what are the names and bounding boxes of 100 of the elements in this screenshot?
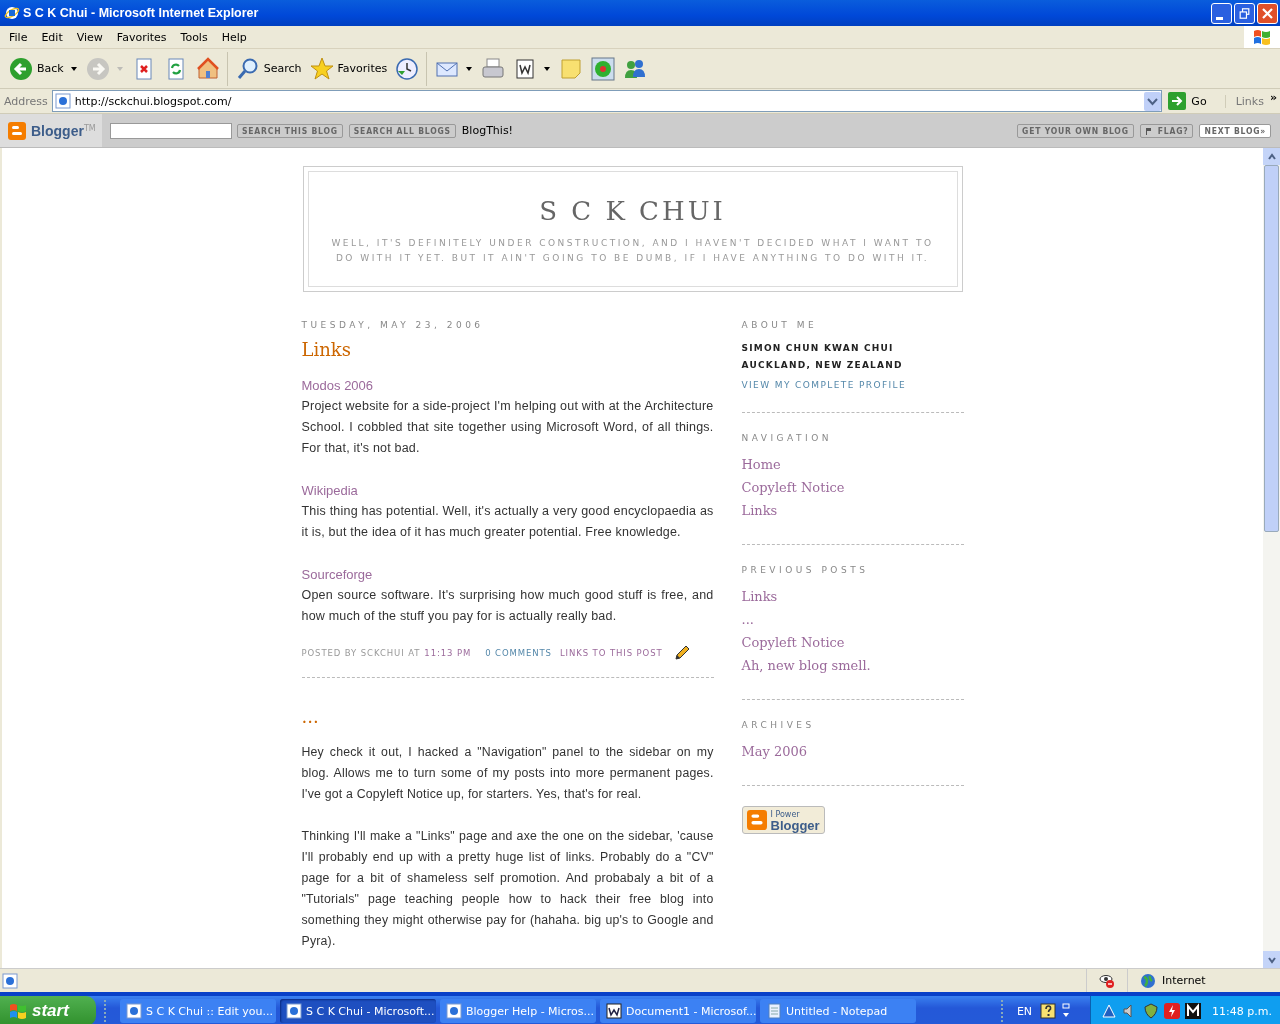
- author-location: AUCKLAND, NEW ZEALAND: [741, 359, 904, 372]
- security-zone-label: Internet: [1162, 974, 1206, 987]
- favorites-button[interactable]: Favorites: [306, 51, 391, 86]
- get-blog-button[interactable]: GET YOUR OWN BLOG: [1017, 123, 1134, 138]
- blogthis-link[interactable]: BlogThis!: [461, 124, 514, 137]
- menu-item[interactable]: Tools: [173, 30, 215, 44]
- window-title: S C K Chui - Microsoft Internet Explorer: [23, 6, 260, 20]
- flag-button[interactable]: FLAG?: [1139, 123, 1194, 138]
- post-title: ...: [301, 706, 320, 727]
- search-icon: [235, 56, 260, 81]
- sidebar-link[interactable]: Ah, new blog smell.: [741, 654, 964, 677]
- page-icon: [2, 972, 18, 989]
- search-button[interactable]: Search: [226, 51, 305, 86]
- sidebar-link[interactable]: Links: [741, 585, 964, 608]
- post-paragraph: Thinking I'll make a "Links" page and axe the one on the sidebar, 'cause I'll probably end up with a pretty huge list of links. Probably do a "CV" page for a bit of shameless self promotion. And probabaly a bit of a "Tutorials" page teaching people how to hack their free blog into something they might otherwise pay for (hahaha. big up's to Google and Pyra).: [301, 828, 714, 950]
- taskbar-button[interactable]: S C K Chui :: Edit you...: [120, 999, 276, 1023]
- menu-item[interactable]: View: [69, 30, 110, 44]
- taskbar-button[interactable]: S C K Chui - Microsoft...: [280, 999, 436, 1023]
- restore-button[interactable]: [1234, 2, 1255, 24]
- blogger-logo-text[interactable]: Blogger: [31, 122, 84, 139]
- comments-link[interactable]: 0 COMMENTS: [485, 648, 552, 658]
- post-link[interactable]: Sourceforge: [301, 564, 714, 585]
- minimize-button[interactable]: [1211, 2, 1232, 24]
- browser-logo-icon: [126, 1003, 142, 1019]
- star-icon: [309, 56, 334, 81]
- globe-icon: [1140, 972, 1156, 989]
- go-button[interactable]: Go: [1162, 92, 1225, 110]
- clock: 11:48 p.m.: [1212, 1004, 1272, 1018]
- blogger-logo-icon: [746, 810, 767, 830]
- sidebar-link[interactable]: Copyleft Notice: [741, 631, 964, 654]
- links-label[interactable]: Links: [1224, 94, 1268, 108]
- post-text: Project website for a side-project I'm helping out with at the Architecture School. I cobbled that site together using Microsoft Word, of all things. For that, it's not bad.: [301, 398, 714, 457]
- sidebar-link[interactable]: ...: [741, 608, 964, 631]
- posted-by-label: POSTED BY SCKCHUI AT: [301, 648, 421, 658]
- post-time-link[interactable]: 11:13 PM: [424, 648, 472, 658]
- scroll-up-icon[interactable]: [1266, 151, 1277, 162]
- windows-logo-icon: [8, 1001, 28, 1021]
- shield-icon[interactable]: [1143, 1003, 1160, 1019]
- printer-icon: [481, 56, 506, 81]
- taskbar-button[interactable]: Untitled - Notepad: [760, 999, 916, 1023]
- post-link[interactable]: Modos 2006: [301, 375, 714, 396]
- sidebar-link[interactable]: Copyleft Notice: [741, 476, 964, 499]
- search-blog-button[interactable]: SEARCH THIS BLOG: [237, 123, 343, 138]
- close-icon: [1262, 7, 1273, 19]
- restore-arrows-icon[interactable]: [1061, 1003, 1072, 1019]
- start-button[interactable]: start: [0, 996, 96, 1024]
- address-label: Address: [4, 94, 48, 108]
- profile-link[interactable]: VIEW MY COMPLETE PROFILE: [741, 380, 964, 390]
- menu-item[interactable]: File: [2, 30, 35, 44]
- sticky-note-icon: [559, 56, 584, 81]
- taskbar-button[interactable]: Document1 - Microsof...: [600, 999, 756, 1023]
- menu-item[interactable]: Help: [214, 30, 254, 44]
- browser-logo-icon: [286, 1003, 302, 1019]
- caret-icon: [543, 64, 552, 73]
- post-title[interactable]: Links: [301, 339, 714, 360]
- chevron-button[interactable]: »: [1267, 90, 1280, 112]
- language-indicator[interactable]: EN: [1016, 1004, 1033, 1018]
- caret-icon: [465, 64, 474, 73]
- caret-icon: [69, 64, 78, 73]
- scroll-thumb[interactable]: [1264, 165, 1279, 532]
- backlinks-link[interactable]: LINKS TO THIS POST: [559, 648, 663, 658]
- section-heading: NAVIGATION: [741, 433, 834, 443]
- search-field[interactable]: [110, 122, 232, 139]
- powered-by-badge[interactable]: I Power Blogger: [741, 806, 825, 834]
- help-icon[interactable]: [1040, 1003, 1057, 1019]
- scrollbar[interactable]: [1263, 148, 1280, 968]
- section-heading: ABOUT ME: [741, 320, 819, 330]
- minimize-icon: [1216, 16, 1223, 20]
- back-button[interactable]: Back: [6, 51, 81, 86]
- windows-logo-icon: [1252, 27, 1272, 47]
- letter-m-icon[interactable]: [1185, 1003, 1202, 1019]
- next-blog-button[interactable]: NEXT BLOG»: [1199, 123, 1271, 138]
- search-blog-button[interactable]: SEARCH ALL BLOGS: [348, 123, 456, 138]
- browser-logo-icon: [446, 1003, 462, 1019]
- post-date: TUESDAY, MAY 23, 2006: [301, 320, 485, 330]
- flower-icon: [591, 56, 616, 81]
- trademark-mark: TM: [83, 124, 96, 133]
- lightning-icon[interactable]: [1164, 1003, 1181, 1019]
- sidebar-link[interactable]: Home: [741, 453, 964, 476]
- history-clock-icon: [395, 56, 420, 81]
- flag-icon: [1144, 126, 1153, 135]
- author-name: SIMON CHUN KWAN CHUI: [741, 342, 895, 355]
- post-text: Open source software. It's surprising how much good stuff is free, and how much of the stuff you pay for is actually really bad.: [301, 587, 714, 625]
- taskbar-button[interactable]: Blogger Help - Micros...: [440, 999, 596, 1023]
- section-heading: ARCHIVES: [741, 720, 816, 730]
- page-icon: [54, 93, 71, 109]
- section-heading: PREVIOUS POSTS: [741, 565, 870, 575]
- post-link[interactable]: Wikipedia: [301, 480, 714, 501]
- blog-title[interactable]: S C K CHUI: [328, 196, 937, 226]
- post-text: This thing has potential. Well, it's actually a very good encyclopaedia as it is, but the idea of it has much greater potential. Free knowledge.: [301, 503, 714, 541]
- sidebar-link[interactable]: Links: [741, 499, 964, 522]
- home-icon: [195, 56, 220, 81]
- pencil-icon[interactable]: [672, 644, 691, 662]
- menu-item[interactable]: Favorites: [109, 30, 174, 44]
- notepad-icon: [766, 1003, 782, 1019]
- sidebar-link[interactable]: May 2006: [741, 740, 964, 763]
- address-field[interactable]: http://sckchui.blogspot.com/: [51, 90, 1163, 112]
- menu-item[interactable]: Edit: [34, 30, 70, 44]
- privacy-eye-icon[interactable]: [1099, 972, 1115, 989]
- close-button[interactable]: [1257, 2, 1278, 24]
